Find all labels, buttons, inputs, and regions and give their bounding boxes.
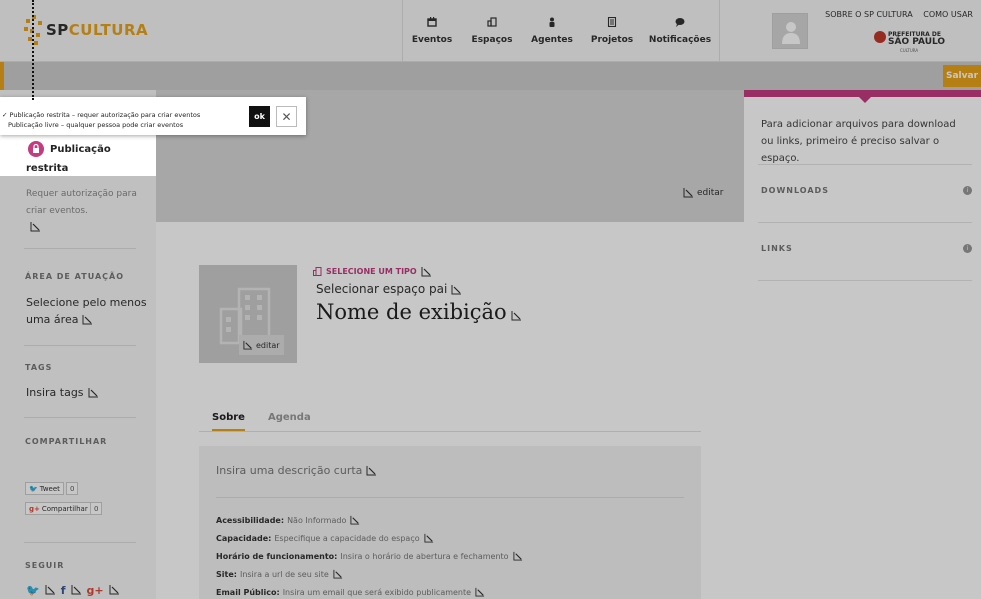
publication-card[interactable] <box>0 135 156 176</box>
lock-icon <box>28 141 44 157</box>
option-livre[interactable]: Publicação livre – qualquer pessoa pode … <box>8 121 183 129</box>
drag-guide-line <box>32 0 34 100</box>
publication-title: Publicação <box>50 144 111 155</box>
option-restrita[interactable]: ✓ Publicação restrita – requer autorizaç… <box>2 111 200 119</box>
ok-button[interactable]: ok <box>249 106 270 127</box>
close-icon[interactable]: ✕ <box>276 106 297 127</box>
